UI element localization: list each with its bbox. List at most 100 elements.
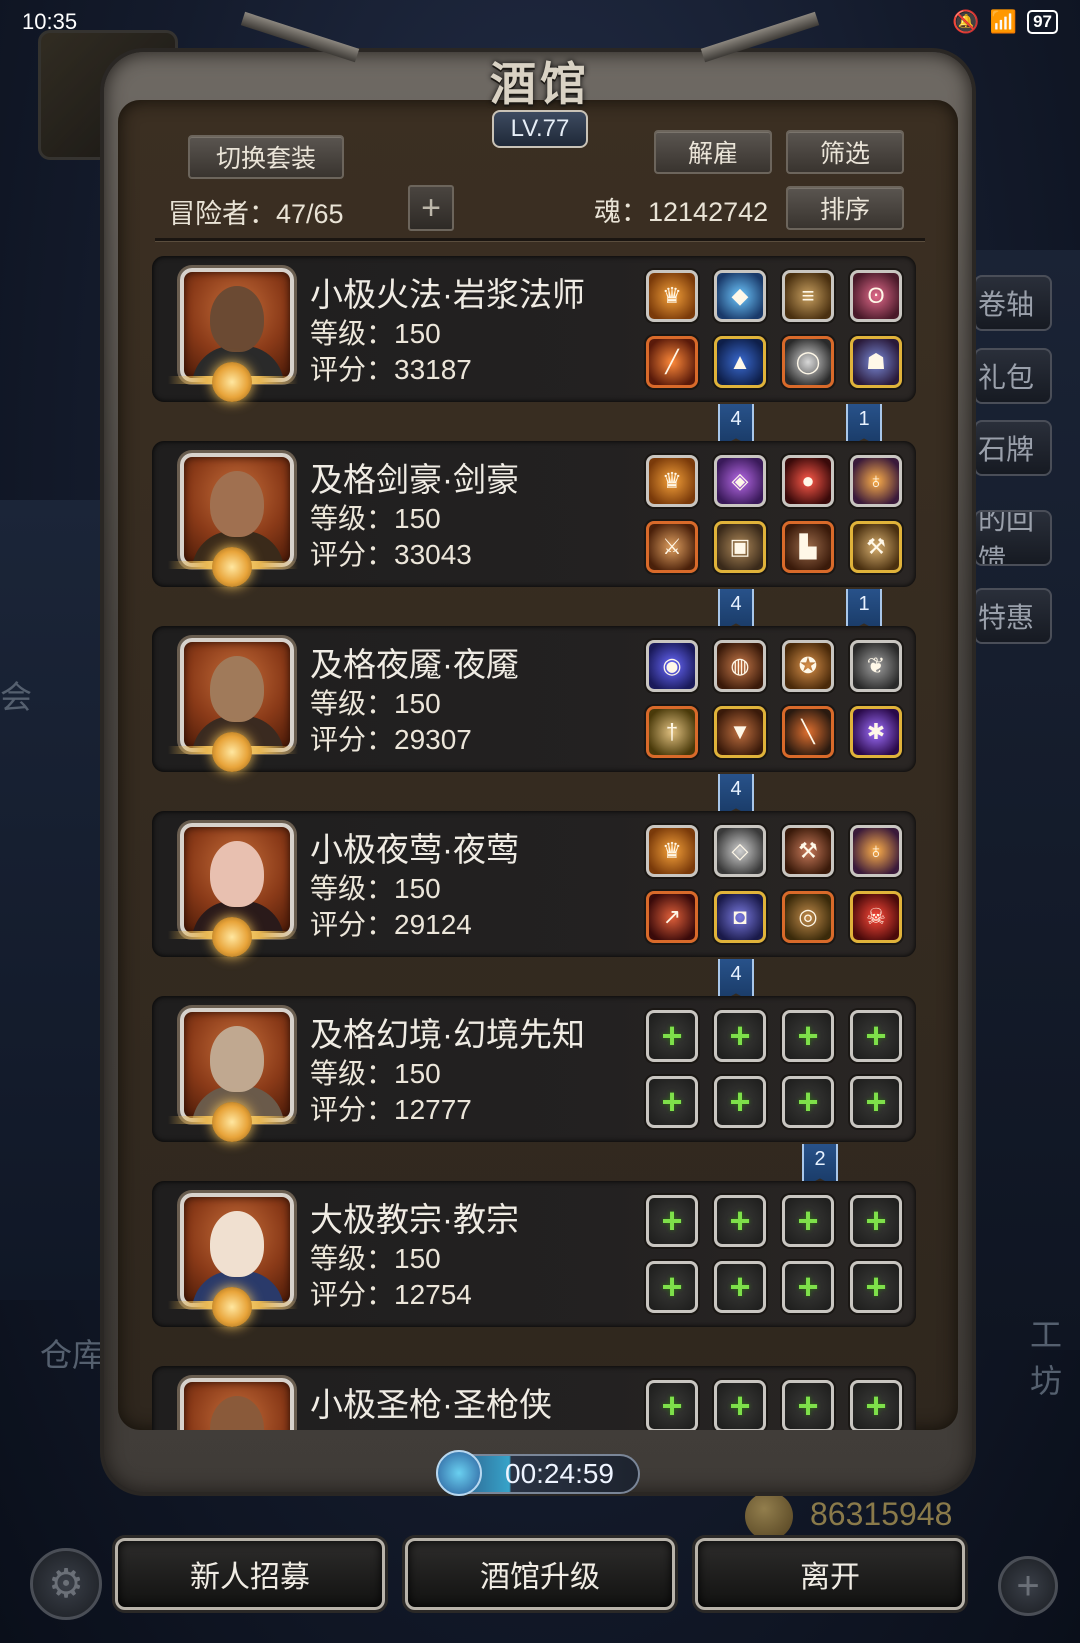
empty-equipment-slot[interactable]: + <box>850 1076 902 1128</box>
dismiss-button[interactable]: 解雇 <box>654 130 772 174</box>
hero-row[interactable]: 及格夜魇·夜魇 等级：150 评分：29307 ◉ ◍ ✪ ❦ † ▼ ╲ ✱ 4 <box>150 622 916 818</box>
stone-icon[interactable]: ◇ <box>714 825 766 877</box>
empty-equipment-slot[interactable]: + <box>714 1261 766 1313</box>
empty-equipment-slot[interactable]: + <box>782 1380 834 1430</box>
filter-button[interactable]: 筛选 <box>786 130 904 174</box>
axe-icon[interactable]: ⚒ <box>850 521 902 573</box>
empty-equipment-slot[interactable]: + <box>850 1010 902 1062</box>
hero-row[interactable]: 小极夜莺·夜莺 等级：150 评分：29124 ♛ ◇ ⚒ ♁ ↗ ◘ ◎ ☠ 4 <box>150 807 916 1003</box>
empty-equipment-slot[interactable]: + <box>850 1261 902 1313</box>
rank-medal-icon <box>212 362 252 402</box>
empty-equipment-slot[interactable]: + <box>850 1195 902 1247</box>
hero-score: 评分：29307 <box>310 724 472 755</box>
dragon-helm-icon[interactable]: ☗ <box>850 336 902 388</box>
switch-outfit-button[interactable]: 切换套装 <box>188 135 344 179</box>
hammer-icon[interactable]: ⚒ <box>782 825 834 877</box>
workshop-label[interactable]: 工坊 <box>1030 1310 1080 1402</box>
ore-icon[interactable]: ◍ <box>714 640 766 692</box>
empty-equipment-slot[interactable]: + <box>782 1195 834 1247</box>
boots-icon[interactable]: ▙ <box>782 521 834 573</box>
plus-icon: + <box>661 1200 683 1241</box>
rank-medal-icon <box>212 547 252 587</box>
crown-icon[interactable]: ♛ <box>646 455 698 507</box>
robe-icon[interactable]: ▼ <box>714 706 766 758</box>
ring-icon[interactable]: ◯ <box>782 336 834 388</box>
rank-medal-icon <box>212 917 252 957</box>
empty-equipment-slot[interactable]: + <box>646 1261 698 1313</box>
hero-name: 及格剑豪·剑豪 <box>310 461 519 498</box>
empty-equipment-slot[interactable]: + <box>714 1010 766 1062</box>
side-button-offer[interactable]: 特惠 <box>974 588 1052 644</box>
scroll-icon[interactable]: ≡ <box>782 270 834 322</box>
hero-portrait[interactable] <box>180 1378 294 1430</box>
plus-icon: + <box>661 1385 683 1426</box>
necklace-icon[interactable]: ʘ <box>850 270 902 322</box>
plus-icon: + <box>797 1200 819 1241</box>
plus-icon: + <box>729 1015 751 1056</box>
empty-equipment-slot[interactable]: + <box>714 1076 766 1128</box>
hero-list[interactable]: 小极火法·岩浆法师 等级：150 评分：33187 ♛ ◆ ≡ ʘ ╱ ▲ ◯ ☗ 4 1 及格剑豪·剑豪… <box>150 252 930 1430</box>
side-button-tablet[interactable]: 石牌 <box>974 420 1052 476</box>
empty-equipment-slot[interactable]: + <box>782 1010 834 1062</box>
demon-mask-icon[interactable]: ☠ <box>850 891 902 943</box>
feather-icon[interactable]: ❦ <box>850 640 902 692</box>
hero-row[interactable]: 及格幻境·幻境先知 等级：150 评分：12777 + + + + + + + +2 <box>150 992 916 1188</box>
dagger-icon[interactable]: † <box>646 706 698 758</box>
warehouse-label[interactable]: 仓库 <box>40 1330 104 1376</box>
sword-icon[interactable]: ⚔ <box>646 521 698 573</box>
staff-icon[interactable]: ╱ <box>646 336 698 388</box>
plus-icon: + <box>661 1081 683 1122</box>
side-button-label: 卷轴 <box>978 289 1035 320</box>
status-time: 10:35 <box>22 9 78 34</box>
side-button-label: 的回馈 <box>978 510 1035 566</box>
side-button-label: 石牌 <box>978 434 1035 465</box>
sort-button[interactable]: 排序 <box>786 186 904 230</box>
empty-equipment-slot[interactable]: + <box>714 1380 766 1430</box>
hero-score: 评分：33043 <box>310 539 472 570</box>
orb-icon[interactable]: ◉ <box>646 640 698 692</box>
plus-icon: + <box>729 1385 751 1426</box>
plate-armor-icon[interactable]: ◘ <box>714 891 766 943</box>
lantern-icon[interactable]: ♁ <box>850 455 902 507</box>
hero-row[interactable]: 及格剑豪·剑豪 等级：150 评分：33043 ♛ ◈ ● ♁ ⚔ ▣ ▙ ⚒ 4 1 <box>150 437 916 633</box>
spear-icon[interactable]: ↗ <box>646 891 698 943</box>
battery-icon: 97 <box>1027 10 1058 34</box>
hero-score: 评分：29124 <box>310 909 472 940</box>
empty-equipment-slot[interactable]: + <box>782 1076 834 1128</box>
empty-equipment-slot[interactable]: + <box>646 1076 698 1128</box>
lantern-icon[interactable]: ♁ <box>850 825 902 877</box>
armor-icon[interactable]: ▣ <box>714 521 766 573</box>
plus-icon: + <box>729 1266 751 1307</box>
settings-gear-icon[interactable]: ⚙ <box>30 1548 102 1620</box>
hero-row[interactable]: 大极教宗·教宗 等级：150 评分：12754 + + + + + + + + <box>150 1177 916 1327</box>
hero-score: 评分：12777 <box>310 1094 472 1125</box>
hero-level: 等级：150 <box>310 318 441 349</box>
gem-icon[interactable]: ◈ <box>714 455 766 507</box>
cloak-icon[interactable]: ▲ <box>714 336 766 388</box>
empty-equipment-slot[interactable]: + <box>646 1195 698 1247</box>
empty-equipment-slot[interactable]: + <box>646 1010 698 1062</box>
hero-row[interactable]: 小极火法·岩浆法师 等级：150 评分：33187 ♛ ◆ ≡ ʘ ╱ ▲ ◯ ☗ 4 1 <box>150 252 916 448</box>
leave-button[interactable]: 离开 <box>695 1538 965 1610</box>
blade-icon[interactable]: ╲ <box>782 706 834 758</box>
empty-equipment-slot[interactable]: + <box>714 1195 766 1247</box>
bracer-icon[interactable]: ◎ <box>782 891 834 943</box>
add-button[interactable]: + <box>998 1556 1058 1616</box>
add-adventurer-slot-button[interactable]: + <box>408 185 454 231</box>
side-button-feedback[interactable]: 的回馈 <box>974 510 1052 566</box>
crown-icon[interactable]: ♛ <box>646 825 698 877</box>
tavern-upgrade-button[interactable]: 酒馆升级 <box>405 1538 675 1610</box>
side-button-scroll[interactable]: 卷轴 <box>974 275 1052 331</box>
empty-equipment-slot[interactable]: + <box>850 1380 902 1430</box>
ruby-icon[interactable]: ● <box>782 455 834 507</box>
empty-equipment-slot[interactable]: + <box>646 1380 698 1430</box>
hero-row[interactable]: 小极圣枪·圣枪侠 + + + + <box>150 1362 916 1430</box>
side-button-pack[interactable]: 礼包 <box>974 348 1052 404</box>
recruit-button[interactable]: 新人招募 <box>115 1538 385 1610</box>
empty-equipment-slot[interactable]: + <box>782 1261 834 1313</box>
spider-icon[interactable]: ✱ <box>850 706 902 758</box>
crystal-icon[interactable]: ◆ <box>714 270 766 322</box>
medallion-icon[interactable]: ✪ <box>782 640 834 692</box>
recruit-timer: 00:24:59 <box>505 1458 614 1489</box>
crown-icon[interactable]: ♛ <box>646 270 698 322</box>
